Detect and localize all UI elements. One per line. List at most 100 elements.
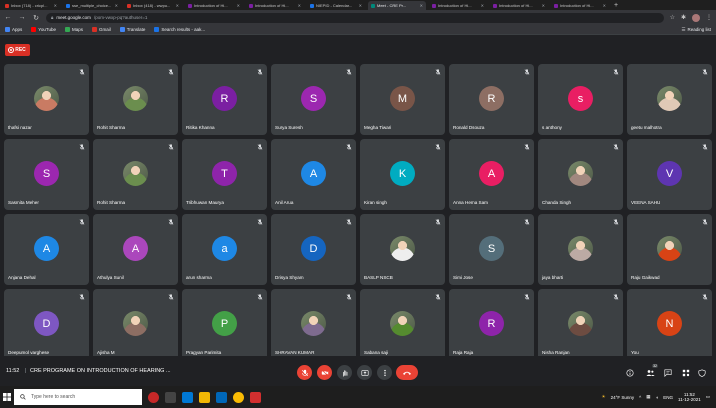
participant-tile[interactable]: A Anna Hema Sam	[449, 139, 534, 210]
search-placeholder: Type here to search	[31, 394, 76, 400]
tab-close-icon[interactable]: ✕	[298, 3, 301, 8]
chat-button[interactable]	[663, 368, 673, 378]
activities-button[interactable]	[681, 368, 691, 378]
forward-icon[interactable]: →	[18, 14, 26, 21]
taskbar-clock[interactable]: 11:52 11-12-2021	[678, 392, 701, 403]
tab-close-icon[interactable]: ✕	[603, 3, 606, 8]
participant-tile[interactable]: V VEENA SAHU	[627, 139, 712, 210]
participant-tile[interactable]: R Ronald Dsouza	[449, 64, 534, 135]
participant-tile[interactable]: A Athulya Sunil	[93, 214, 178, 285]
bookmark-item[interactable]: Apps	[5, 27, 22, 32]
browser-tab[interactable]: sse_multiple_choice... ✕	[63, 1, 121, 10]
language-indicator[interactable]: ENG	[663, 395, 673, 400]
edge-icon[interactable]	[182, 391, 193, 403]
profile-avatar[interactable]	[692, 13, 700, 22]
participant-tile[interactable]: N You	[627, 289, 712, 360]
participant-tile[interactable]: S Simi Jose	[449, 214, 534, 285]
participant-tile[interactable]: SHRAVAN KUMAR	[271, 289, 356, 360]
participant-tile[interactable]: a arun sharma	[182, 214, 267, 285]
browser-tab[interactable]: NIEPID - Calendar... ✕	[307, 1, 365, 10]
participant-tile[interactable]: Rohit Sharma	[93, 64, 178, 135]
tab-favicon-icon	[127, 3, 131, 8]
tab-close-icon[interactable]: ✕	[176, 3, 179, 8]
address-bar[interactable]: 🔒︎ meet.google.com/pom-vwxp-pq?authuser=…	[46, 12, 664, 23]
more-options-button[interactable]	[377, 365, 392, 380]
participant-name: Sasmita Meher	[8, 200, 39, 205]
bookmark-item[interactable]: YouTube	[31, 27, 56, 32]
participant-tile[interactable]: Chanda Singh	[538, 139, 623, 210]
back-icon[interactable]: ←	[4, 14, 12, 21]
browser-tab[interactable]: Introduction of Hi... ✕	[185, 1, 243, 10]
leave-call-button[interactable]	[396, 365, 418, 380]
participant-tile[interactable]: K Kiran singh	[360, 139, 445, 210]
bookmark-item[interactable]: Gmail	[91, 27, 111, 32]
notifications-icon[interactable]: ▭	[706, 394, 710, 400]
extensions-icon[interactable]: ✱	[681, 14, 686, 21]
browser-tab[interactable]: Introduction of Hi... ✕	[490, 1, 548, 10]
participant-tile[interactable]: A Anjana Dehal	[4, 214, 89, 285]
opera-icon[interactable]	[148, 391, 159, 403]
browser-tab[interactable]: Inbox (718) - cricpl... ✕	[2, 1, 60, 10]
reading-list-button[interactable]: ☰ Reading list	[681, 27, 711, 33]
task-view-icon[interactable]	[165, 391, 176, 403]
participant-tile[interactable]: D Drisya Shyam	[271, 214, 356, 285]
mic-toggle-button[interactable]	[297, 365, 312, 380]
browser-tab[interactable]: Introduction of Hi... ✕	[429, 1, 487, 10]
participant-tile[interactable]: Rohit Sharma	[93, 139, 178, 210]
participant-tile[interactable]: S Surya Suresh	[271, 64, 356, 135]
tab-close-icon[interactable]: ✕	[237, 3, 240, 8]
tray-chevron-icon[interactable]: ^	[639, 395, 641, 400]
participant-tile[interactable]: Nisha Ranjan	[538, 289, 623, 360]
start-button[interactable]	[0, 386, 14, 408]
participant-tile[interactable]: T Tribhuwan Maurya	[182, 139, 267, 210]
participant-tile[interactable]: jaya bharti	[538, 214, 623, 285]
file-explorer-icon[interactable]	[199, 391, 210, 403]
star-icon[interactable]: ☆	[670, 14, 675, 21]
store-icon[interactable]	[216, 391, 227, 403]
present-button[interactable]	[357, 365, 372, 380]
participant-tile[interactable]: Raju Gaikwad	[627, 214, 712, 285]
participant-tile[interactable]: Ajisha M	[93, 289, 178, 360]
tab-close-icon[interactable]: ✕	[420, 3, 423, 8]
participant-tile[interactable]: Sabana saji	[360, 289, 445, 360]
tab-close-icon[interactable]: ✕	[359, 3, 362, 8]
new-tab-button[interactable]: +	[614, 1, 618, 10]
network-icon[interactable]: ▦	[646, 394, 650, 400]
participant-tile[interactable]: D Deepumol varghese	[4, 289, 89, 360]
participant-tile[interactable]: thafsi nazar	[4, 64, 89, 135]
acrobat-icon[interactable]	[250, 391, 261, 403]
volume-icon[interactable]: ◖	[656, 395, 659, 400]
participant-avatar: D	[301, 236, 326, 261]
browser-tab[interactable]: Introduction of Hi... ✕	[246, 1, 304, 10]
tab-close-icon[interactable]: ✕	[542, 3, 545, 8]
chrome-icon[interactable]	[233, 391, 244, 403]
participant-tile[interactable]: BASLP NSCB	[360, 214, 445, 285]
participant-tile[interactable]: R Ritika Khanna	[182, 64, 267, 135]
browser-tab[interactable]: Meet - CRE Pr... ✕	[368, 1, 426, 10]
participant-tile[interactable]: A Anil Arua	[271, 139, 356, 210]
bookmark-item[interactable]: Maps	[64, 27, 83, 32]
bookmark-item[interactable]: Search results - aak...	[154, 27, 205, 32]
raise-hand-button[interactable]	[337, 365, 352, 380]
participant-tile[interactable]: geetu malhotra	[627, 64, 712, 135]
tab-close-icon[interactable]: ✕	[115, 3, 118, 8]
lock-host-button[interactable]	[697, 368, 707, 378]
bookmark-item[interactable]: Translate	[119, 27, 145, 32]
participant-tile[interactable]: P Pragyan Parimita	[182, 289, 267, 360]
reload-icon[interactable]: ↻	[32, 14, 40, 22]
browser-tab[interactable]: Introduction of Hi... ✕	[551, 1, 609, 10]
participant-tile[interactable]: M Megha Tiwari	[360, 64, 445, 135]
tab-close-icon[interactable]: ✕	[481, 3, 484, 8]
browser-tab[interactable]: Inbox (418) - wwpu... ✕	[124, 1, 182, 10]
participant-avatar: S	[34, 161, 59, 186]
participant-tile[interactable]: s s anthony	[538, 64, 623, 135]
camera-toggle-button[interactable]	[317, 365, 332, 380]
recording-badge[interactable]: REC	[5, 44, 30, 56]
menu-icon[interactable]: ⋮	[706, 14, 712, 21]
people-button[interactable]: 32	[645, 364, 658, 378]
tab-close-icon[interactable]: ✕	[54, 3, 57, 8]
taskbar-search[interactable]: Type here to search	[14, 389, 142, 405]
participant-tile[interactable]: R Raja Raja	[449, 289, 534, 360]
meeting-details-button[interactable]	[625, 368, 635, 378]
participant-tile[interactable]: S Sasmita Meher	[4, 139, 89, 210]
